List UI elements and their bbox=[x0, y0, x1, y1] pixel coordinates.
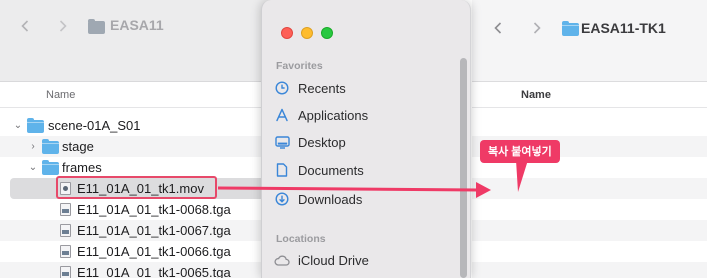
image-file-icon bbox=[60, 245, 71, 258]
tree-row-scene[interactable]: ⌄ scene-01A_S01 bbox=[0, 115, 270, 136]
image-file-icon bbox=[60, 224, 71, 237]
finder-sidebar: Favorites Recents Applications Desktop D… bbox=[261, 0, 471, 278]
disclosure-open-icon[interactable]: ⌄ bbox=[13, 120, 23, 131]
close-window-button[interactable] bbox=[281, 27, 293, 39]
back-button[interactable] bbox=[485, 16, 511, 40]
tree-item-label: E11_01A_01_tk1-0067.tga bbox=[77, 223, 231, 238]
folder-icon bbox=[88, 19, 105, 34]
cloud-icon bbox=[274, 252, 290, 268]
tree-row-file[interactable]: E11_01A_01_tk1-0068.tga bbox=[0, 199, 270, 220]
sidebar-scrollbar[interactable] bbox=[460, 58, 467, 278]
chevron-right-icon bbox=[533, 22, 541, 34]
download-icon bbox=[274, 191, 290, 207]
sidebar-item-documents[interactable]: Documents bbox=[274, 159, 454, 181]
image-file-icon bbox=[60, 203, 71, 216]
tree-row-file[interactable]: E11_01A_01_tk1-0067.tga bbox=[0, 220, 270, 241]
applications-icon bbox=[274, 107, 290, 123]
callout-label: 복사 붙여넣기 bbox=[480, 140, 560, 163]
desktop-icon bbox=[274, 134, 290, 150]
sidebar-item-downloads[interactable]: Downloads bbox=[274, 188, 454, 210]
chevron-right-icon bbox=[59, 20, 67, 32]
forward-button[interactable] bbox=[524, 16, 550, 40]
document-icon bbox=[274, 162, 290, 178]
column-header-name[interactable]: Name bbox=[0, 82, 270, 108]
zoom-window-button[interactable] bbox=[321, 27, 333, 39]
tree-row-frames[interactable]: ⌄ frames bbox=[0, 157, 270, 178]
tree-item-label: E11_01A_01_tk1-0065.tga bbox=[77, 265, 231, 278]
tree-item-label: frames bbox=[62, 160, 102, 175]
folder-icon bbox=[562, 21, 579, 36]
tree-item-label: scene-01A_S01 bbox=[48, 118, 141, 133]
forward-button[interactable] bbox=[50, 14, 76, 38]
folder-icon bbox=[42, 160, 59, 175]
chevron-left-icon bbox=[21, 20, 29, 32]
disclosure-closed-icon[interactable]: › bbox=[28, 141, 38, 152]
window-title: EASA11 bbox=[110, 17, 164, 33]
tree-row-file[interactable]: E11_01A_01_tk1-0066.tga bbox=[0, 241, 270, 262]
tree-row-stage[interactable]: › stage bbox=[0, 136, 270, 157]
favorites-heading: Favorites bbox=[276, 60, 323, 72]
chevron-left-icon bbox=[494, 22, 502, 34]
tree-row-file[interactable]: E11_01A_01_tk1-0065.tga bbox=[0, 262, 270, 278]
left-finder-window: EASA11 Name ⌄ scene-01A_S01 › stage ⌄ fr… bbox=[0, 0, 271, 278]
sidebar-item-desktop[interactable]: Desktop bbox=[274, 131, 454, 153]
clock-icon bbox=[274, 80, 290, 96]
minimize-window-button[interactable] bbox=[301, 27, 313, 39]
tree-item-label: stage bbox=[62, 139, 94, 154]
disclosure-open-icon[interactable]: ⌄ bbox=[28, 162, 38, 173]
sidebar-item-recents[interactable]: Recents bbox=[274, 77, 454, 99]
left-toolbar: EASA11 bbox=[0, 0, 270, 82]
sidebar-item-icloud-drive[interactable]: iCloud Drive bbox=[274, 249, 454, 271]
highlight-box bbox=[56, 176, 217, 199]
image-file-icon bbox=[60, 266, 71, 278]
window-title: EASA11-TK1 bbox=[581, 20, 666, 36]
locations-heading: Locations bbox=[276, 233, 326, 245]
tree-item-label: E11_01A_01_tk1-0066.tga bbox=[77, 244, 231, 259]
folder-icon bbox=[27, 118, 44, 133]
back-button[interactable] bbox=[12, 14, 38, 38]
sidebar-item-applications[interactable]: Applications bbox=[274, 104, 454, 126]
folder-icon bbox=[42, 139, 59, 154]
column-header-name[interactable]: Name bbox=[472, 82, 707, 108]
tree-item-label: E11_01A_01_tk1-0068.tga bbox=[77, 202, 231, 217]
right-toolbar bbox=[472, 0, 707, 82]
